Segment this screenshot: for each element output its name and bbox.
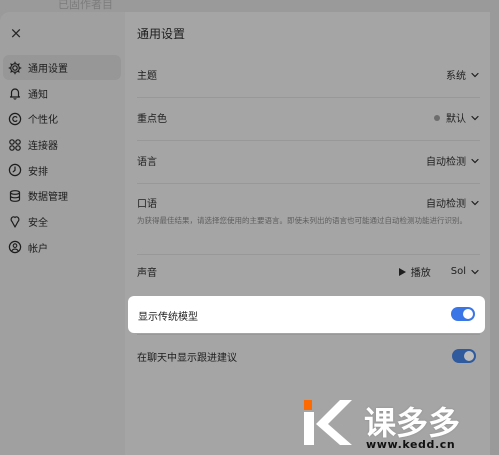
watermark-url: www.kedd.cn [366, 438, 456, 451]
divider [137, 140, 480, 141]
sidebar-item-security[interactable]: 安全 [3, 209, 121, 234]
chevron-down-icon [471, 200, 479, 205]
accent-color-select[interactable]: 默认 [434, 110, 480, 125]
voice-label: 声音 [137, 268, 157, 279]
shield-icon [8, 215, 22, 229]
accent-color-value: 默认 [446, 114, 466, 125]
sidebar-item-label: 数据管理 [28, 192, 68, 204]
language-row: 语言 自动检测 [137, 153, 480, 168]
settings-dialog: × 通用设置 通知 个性化 连接器 安排 数据管理 安全 帐户 通用设置 主题 … [0, 12, 490, 455]
voice-controls: 播放 Sol [398, 264, 480, 279]
sidebar-item-account[interactable]: 帐户 [3, 235, 121, 260]
voice-select[interactable]: Sol [451, 266, 480, 277]
follow-up-row: 在聊天中显示跟进建议 [137, 349, 480, 364]
follow-up-toggle[interactable] [452, 349, 476, 363]
personalize-icon [8, 112, 22, 126]
accent-color-row: 重点色 默认 [137, 110, 480, 125]
legacy-models-label: 显示传统模型 [138, 312, 198, 323]
chevron-down-icon [471, 269, 479, 274]
account-icon [8, 240, 22, 254]
gear-icon [8, 61, 22, 75]
sidebar-item-label: 帐户 [28, 243, 48, 255]
play-icon [398, 267, 406, 276]
clock-icon [8, 163, 22, 177]
sidebar-item-label: 个性化 [28, 115, 58, 127]
settings-sidebar: × 通用设置 通知 个性化 连接器 安排 数据管理 安全 帐户 [0, 12, 125, 455]
page-title: 通用设置 [137, 27, 186, 41]
play-label: 播放 [410, 268, 431, 279]
sidebar-item-label: 通知 [28, 89, 48, 101]
legacy-models-toggle[interactable] [451, 307, 475, 321]
close-button[interactable]: × [8, 25, 24, 41]
sidebar-item-label: 连接器 [28, 141, 58, 153]
accent-color-label: 重点色 [137, 114, 167, 125]
theme-label: 主题 [137, 71, 157, 82]
background-window-text: 已固作者目 [58, 0, 113, 11]
spoken-language-row: 口语 自动检测 [137, 195, 480, 210]
brand-logo-icon [304, 400, 352, 445]
divider [137, 183, 480, 184]
settings-main-panel: 通用设置 主题 系统 重点色 默认 语言 自动检测 口语 自动检测 为获得最佳结… [125, 12, 490, 455]
chevron-down-icon [471, 115, 479, 120]
play-button[interactable]: 播放 [398, 264, 431, 279]
sidebar-item-label: 安全 [28, 218, 48, 230]
theme-value: 系统 [446, 71, 466, 82]
divider [137, 97, 480, 98]
accent-dot-icon [434, 114, 440, 121]
settings-nav: 通用设置 通知 个性化 连接器 安排 数据管理 安全 帐户 [0, 55, 125, 261]
sidebar-item-label: 安排 [28, 166, 48, 178]
divider [137, 334, 480, 335]
bell-icon [8, 86, 22, 100]
language-value: 自动检测 [426, 157, 466, 168]
spoken-language-value: 自动检测 [426, 199, 466, 210]
divider [137, 254, 480, 255]
voice-value: Sol [450, 266, 466, 277]
sidebar-item-label: 通用设置 [28, 64, 68, 75]
voice-row: 声音 播放 Sol [137, 264, 480, 279]
chevron-down-icon [471, 72, 479, 77]
follow-up-label: 在聊天中显示跟进建议 [137, 353, 237, 364]
sidebar-item-connectors[interactable]: 连接器 [3, 132, 121, 157]
sidebar-item-data-controls[interactable]: 数据管理 [3, 183, 121, 208]
legacy-models-row: 显示传统模型 [128, 296, 485, 333]
watermark: 课多多 www.kedd.cn [296, 398, 499, 455]
chevron-down-icon [471, 158, 479, 163]
theme-select[interactable]: 系统 [446, 67, 480, 82]
language-label: 语言 [137, 157, 157, 168]
sidebar-item-personalization[interactable]: 个性化 [3, 106, 121, 131]
connectors-icon [8, 138, 22, 152]
spoken-language-hint: 为获得最佳结果，请选择您使用的主要语言。即使未列出的语言也可能通过自动检测功能进… [137, 216, 467, 225]
sidebar-item-notifications[interactable]: 通知 [3, 81, 121, 106]
database-icon [8, 189, 22, 203]
sidebar-item-general[interactable]: 通用设置 [3, 55, 121, 80]
language-select[interactable]: 自动检测 [426, 153, 480, 168]
spoken-language-select[interactable]: 自动检测 [426, 195, 480, 210]
theme-row: 主题 系统 [137, 67, 480, 82]
sidebar-item-schedules[interactable]: 安排 [3, 158, 121, 183]
spoken-language-label: 口语 [137, 199, 157, 210]
